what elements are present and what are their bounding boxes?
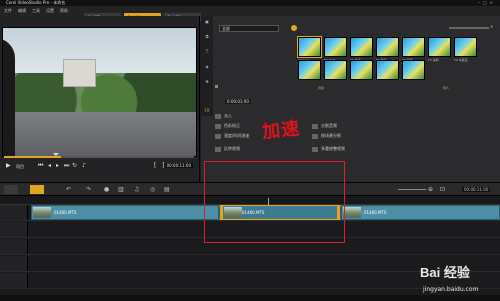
filter-gallery: Color SFlash BFX 噪点FX 油墨FX 画笔FX 涂鸦FX 马赛克: [297, 36, 486, 81]
library-panel: ▣ ⧉ T ◈ ❖ FX 全部 × Color SFlash BFX 噪点FX …: [201, 16, 500, 182]
storyboard-view-button[interactable]: [4, 185, 18, 194]
media-icon[interactable]: ▣: [203, 19, 211, 26]
filter-thumbnail[interactable]: [402, 37, 425, 57]
option-reverse-video[interactable]: 反转视频: [215, 146, 240, 154]
timeline-clip[interactable]: 01460.MTS: [31, 205, 219, 220]
tab-photo[interactable]: 照片: [443, 86, 449, 90]
library-sidebar: ▣ ⧉ T ◈ ❖ FX: [201, 16, 213, 116]
skip-end-icon[interactable]: ⏭: [64, 162, 69, 170]
handwritten-annotation: 加速: [261, 118, 302, 143]
mode-project-label[interactable]: 项目: [16, 164, 24, 170]
library-tabs: 视频 照片: [298, 86, 486, 90]
filter-thumbnail[interactable]: [350, 60, 373, 80]
filter-thumbnail[interactable]: [324, 37, 347, 57]
title-icon[interactable]: T: [203, 49, 211, 56]
menu-tools[interactable]: 工具: [32, 8, 40, 14]
filter-thumbnail[interactable]: [428, 37, 451, 57]
video-preview[interactable]: [2, 27, 197, 157]
play-icon[interactable]: ▶: [6, 162, 11, 169]
filter-thumbnail[interactable]: [454, 37, 477, 57]
repeat-icon[interactable]: ↻: [72, 162, 77, 169]
watermark-url: jingyan.baidu.com: [423, 286, 479, 293]
watermark-brand: Bai 经验: [420, 265, 470, 280]
skip-start-icon[interactable]: ⏮: [38, 162, 43, 170]
option-speed-timelapse[interactable]: 速度/时间流逝: [215, 133, 249, 141]
transition-icon[interactable]: ⧉: [203, 34, 211, 41]
options-toggle-icon[interactable]: [215, 85, 218, 88]
subtitle-icon[interactable]: ▤: [164, 186, 170, 193]
filter-thumbnail[interactable]: [324, 60, 347, 80]
record-icon[interactable]: ●: [104, 186, 109, 193]
filter-thumbnail[interactable]: [402, 60, 425, 80]
filter-thumbnail-label: FX 涂鸦: [428, 58, 439, 62]
filter-thumbnail[interactable]: [350, 37, 373, 57]
preview-panel: ▶ 项目 ⏮ ◂ ▸ ⏭ ↻ ♪ [ ] ✂ 00:00:11:00: [0, 16, 200, 182]
filter-thumbnail[interactable]: [298, 60, 321, 80]
filter-add-icon[interactable]: [291, 25, 297, 31]
prev-frame-icon[interactable]: ◂: [48, 162, 51, 169]
project-duration-display: 00:00:11:00: [462, 187, 491, 192]
filter-thumbnail[interactable]: [376, 37, 399, 57]
timeline-clip[interactable]: 01460.MTS: [341, 205, 500, 220]
mixer-icon[interactable]: ▥: [118, 186, 124, 193]
next-frame-icon[interactable]: ▸: [56, 162, 59, 169]
gallery-dropdown[interactable]: 全部: [219, 25, 279, 32]
redo-icon[interactable]: ↷: [86, 186, 91, 193]
preview-scrubber[interactable]: [4, 153, 194, 158]
timeline-view-button[interactable]: [30, 185, 44, 194]
video-track-header: [0, 205, 28, 220]
motion-track-icon[interactable]: ◎: [150, 186, 155, 193]
auto-music-icon[interactable]: ♫: [134, 186, 139, 193]
filter-icon[interactable]: ❖: [203, 79, 211, 86]
menu-file[interactable]: 文件: [4, 8, 12, 14]
highlight-box: [204, 161, 345, 243]
close-icon[interactable]: ×: [490, 24, 493, 29]
menu-settings[interactable]: 设置: [46, 8, 54, 14]
zoom-in-icon[interactable]: ⊕: [428, 186, 433, 193]
window-title: Corel VideoStudio Pro - 未命名: [6, 0, 66, 5]
timecode-display[interactable]: 00:00:11:00: [164, 163, 193, 168]
fx-label: FX: [204, 108, 210, 113]
option-fade-in[interactable]: 淡入: [215, 113, 232, 121]
filter-thumbnail[interactable]: [297, 36, 322, 58]
filter-thumbnail-label: FX 马赛克: [454, 58, 468, 62]
watermark: Bai 经验 jingyan.baidu.com: [420, 262, 498, 298]
menu-edit[interactable]: 编辑: [18, 8, 26, 14]
tab-video[interactable]: 视频: [318, 86, 324, 90]
undo-icon[interactable]: ↶: [66, 186, 71, 193]
option-multi-trim[interactable]: 多重修整视频: [312, 146, 345, 154]
menu-help[interactable]: 帮助: [60, 8, 68, 14]
thumbnail-size-slider[interactable]: [449, 27, 489, 29]
option-split-audio[interactable]: 分割音频: [312, 123, 337, 131]
graphic-icon[interactable]: ◈: [203, 64, 211, 71]
option-split-by-scene[interactable]: 按场景分割: [312, 133, 341, 141]
zoom-slider[interactable]: [398, 189, 426, 190]
scrubber-handle[interactable]: [53, 153, 60, 156]
filter-thumbnail[interactable]: [376, 60, 399, 80]
menu-bar: 文件 编辑 工具 设置 帮助 1 捕获 2 编辑 3 分享: [0, 6, 500, 22]
volume-icon[interactable]: ♪: [82, 162, 86, 169]
fit-project-icon[interactable]: ⊡: [440, 186, 445, 193]
mark-in-icon[interactable]: [: [154, 162, 156, 169]
option-color-correction[interactable]: 色彩校正: [215, 123, 240, 131]
